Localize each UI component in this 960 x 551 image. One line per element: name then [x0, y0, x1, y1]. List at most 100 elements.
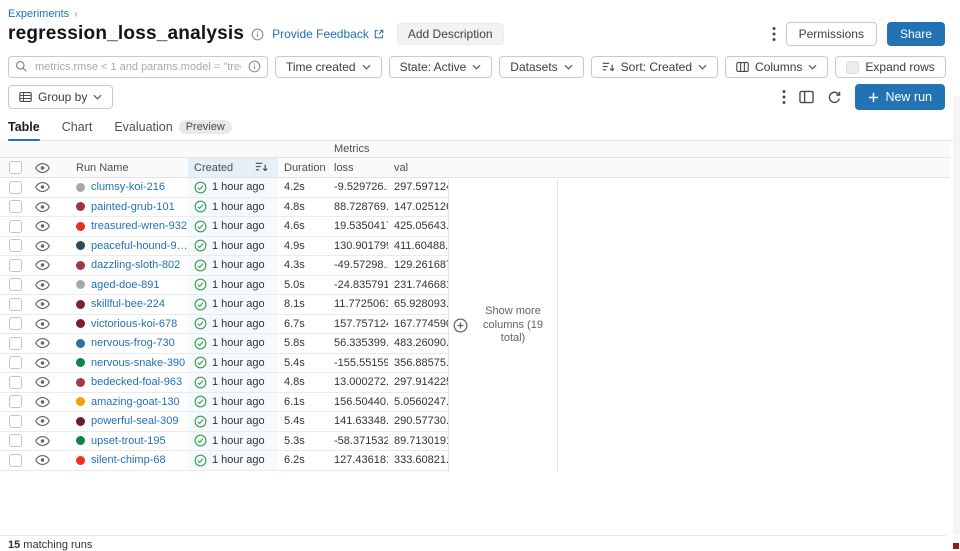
visibility-toggle-icon[interactable]	[35, 181, 50, 193]
tab-chart[interactable]: Chart	[62, 120, 93, 140]
search-info-icon[interactable]	[248, 60, 261, 73]
run-name-link[interactable]: dazzling-sloth-802	[91, 259, 180, 271]
visibility-toggle-icon[interactable]	[35, 357, 50, 369]
table-row[interactable]: skillful-bee-224 1 hour ago 8.1s 11.7725…	[0, 295, 448, 315]
run-name-link[interactable]: upset-trout-195	[91, 435, 166, 447]
row-checkbox[interactable]	[9, 220, 22, 233]
run-loss: -24.835791...	[334, 279, 388, 291]
visibility-toggle-icon[interactable]	[35, 318, 50, 330]
row-checkbox[interactable]	[9, 434, 22, 447]
visibility-toggle-icon[interactable]	[35, 220, 50, 232]
row-checkbox[interactable]	[9, 200, 22, 213]
select-all-checkbox[interactable]	[9, 161, 22, 174]
run-name-link[interactable]: amazing-goat-130	[91, 396, 180, 408]
row-checkbox[interactable]	[9, 395, 22, 408]
visibility-toggle-icon[interactable]	[35, 454, 50, 466]
run-name-link[interactable]: skillful-bee-224	[91, 298, 165, 310]
table-row[interactable]: powerful-seal-309 1 hour ago 5.4s 141.63…	[0, 412, 448, 432]
run-name-link[interactable]: painted-grub-101	[91, 201, 175, 213]
run-name-link[interactable]: nervous-frog-730	[91, 337, 175, 349]
visibility-toggle-icon[interactable]	[35, 240, 50, 252]
run-created: 1 hour ago	[212, 259, 265, 271]
visibility-toggle-icon[interactable]	[35, 259, 50, 271]
expand-rows-toggle[interactable]: Expand rows	[835, 56, 945, 78]
row-checkbox[interactable]	[9, 239, 22, 252]
sort-descending-icon[interactable]	[255, 161, 268, 173]
table-row[interactable]: treasured-wren-932 1 hour ago 4.6s 19.53…	[0, 217, 448, 237]
table-row[interactable]: silent-chimp-68 1 hour ago 6.2s 127.4361…	[0, 451, 448, 471]
permissions-button[interactable]: Permissions	[786, 22, 877, 46]
share-button[interactable]: Share	[887, 22, 945, 46]
visibility-toggle-icon[interactable]	[35, 201, 50, 213]
search-input[interactable]	[8, 56, 268, 78]
visibility-column-header[interactable]	[28, 162, 68, 174]
time-created-filter[interactable]: Time created	[275, 56, 382, 78]
row-checkbox[interactable]	[9, 376, 22, 389]
table-row[interactable]: amazing-goat-130 1 hour ago 6.1s 156.504…	[0, 393, 448, 413]
run-name-link[interactable]: bedecked-foal-963	[91, 376, 182, 388]
show-more-columns-button[interactable]: Show more columns (19 total)	[453, 305, 553, 346]
columns-selector[interactable]: Columns	[725, 56, 828, 78]
row-checkbox[interactable]	[9, 356, 22, 369]
run-name-link[interactable]: peaceful-hound-944	[91, 240, 188, 252]
row-checkbox[interactable]	[9, 259, 22, 272]
run-name-link[interactable]: silent-chimp-68	[91, 454, 166, 466]
table-row[interactable]: bedecked-foal-963 1 hour ago 4.8s 13.000…	[0, 373, 448, 393]
run-name-link[interactable]: victorious-koi-678	[91, 318, 177, 330]
run-name-link[interactable]: nervous-snake-390	[91, 357, 185, 369]
run-loss: -58.371532...	[334, 435, 388, 447]
provide-feedback-link[interactable]: Provide Feedback	[272, 27, 385, 41]
row-checkbox[interactable]	[9, 278, 22, 291]
state-filter[interactable]: State: Active	[389, 56, 493, 78]
vertical-scrollbar[interactable]	[953, 95, 960, 535]
run-name-link[interactable]: clumsy-koi-216	[91, 181, 165, 193]
table-row[interactable]: dazzling-sloth-802 1 hour ago 4.3s -49.5…	[0, 256, 448, 276]
chevron-down-icon	[93, 94, 102, 100]
sort-selector[interactable]: Sort: Created	[591, 56, 718, 78]
table-row[interactable]: upset-trout-195 1 hour ago 5.3s -58.3715…	[0, 432, 448, 452]
info-icon[interactable]	[251, 28, 264, 41]
row-checkbox[interactable]	[9, 298, 22, 311]
group-by-selector[interactable]: Group by	[8, 85, 113, 109]
visibility-toggle-icon[interactable]	[35, 376, 50, 388]
created-column-header[interactable]: Created	[188, 158, 278, 177]
new-run-button[interactable]: New run	[855, 84, 945, 110]
visibility-toggle-icon[interactable]	[35, 415, 50, 427]
side-panel-icon[interactable]	[799, 90, 814, 104]
run-finished-icon	[194, 317, 207, 330]
overflow-menu-icon[interactable]	[772, 26, 776, 42]
row-checkbox[interactable]	[9, 454, 22, 467]
table-row[interactable]: aged-doe-891 1 hour ago 5.0s -24.835791.…	[0, 276, 448, 296]
row-checkbox[interactable]	[9, 415, 22, 428]
visibility-toggle-icon[interactable]	[35, 298, 50, 310]
row-checkbox[interactable]	[9, 181, 22, 194]
datasets-filter[interactable]: Datasets	[499, 56, 583, 78]
table-row[interactable]: clumsy-koi-216 1 hour ago 4.2s -9.529726…	[0, 178, 448, 198]
run-name-link[interactable]: powerful-seal-309	[91, 415, 178, 427]
table-row[interactable]: nervous-frog-730 1 hour ago 5.8s 56.3353…	[0, 334, 448, 354]
table-row[interactable]: peaceful-hound-944 1 hour ago 4.9s 130.9…	[0, 237, 448, 257]
table-row[interactable]: victorious-koi-678 1 hour ago 6.7s 157.7…	[0, 315, 448, 335]
add-description-button[interactable]: Add Description	[397, 23, 504, 45]
table-body: clumsy-koi-216 1 hour ago 4.2s -9.529726…	[0, 178, 448, 471]
expand-rows-checkbox[interactable]	[846, 61, 859, 74]
visibility-toggle-icon[interactable]	[35, 435, 50, 447]
visibility-toggle-icon[interactable]	[35, 337, 50, 349]
table-overflow-menu-icon[interactable]	[782, 89, 786, 105]
breadcrumb-experiments-link[interactable]: Experiments	[8, 8, 69, 20]
run-name-column-header[interactable]: Run Name	[68, 162, 188, 174]
visibility-toggle-icon[interactable]	[35, 396, 50, 408]
run-name-link[interactable]: treasured-wren-932	[91, 220, 187, 232]
run-name-link[interactable]: aged-doe-891	[91, 279, 160, 291]
table-row[interactable]: nervous-snake-390 1 hour ago 5.4s -155.5…	[0, 354, 448, 374]
refresh-icon[interactable]	[827, 90, 842, 105]
val-column-header[interactable]: val	[388, 162, 448, 174]
loss-column-header[interactable]: loss	[328, 162, 388, 174]
row-checkbox[interactable]	[9, 337, 22, 350]
row-checkbox[interactable]	[9, 317, 22, 330]
duration-column-header[interactable]: Duration	[278, 162, 328, 174]
visibility-toggle-icon[interactable]	[35, 279, 50, 291]
table-row[interactable]: painted-grub-101 1 hour ago 4.8s 88.7287…	[0, 198, 448, 218]
tab-evaluation[interactable]: Evaluation Preview	[114, 120, 232, 140]
tab-table[interactable]: Table	[8, 120, 40, 140]
